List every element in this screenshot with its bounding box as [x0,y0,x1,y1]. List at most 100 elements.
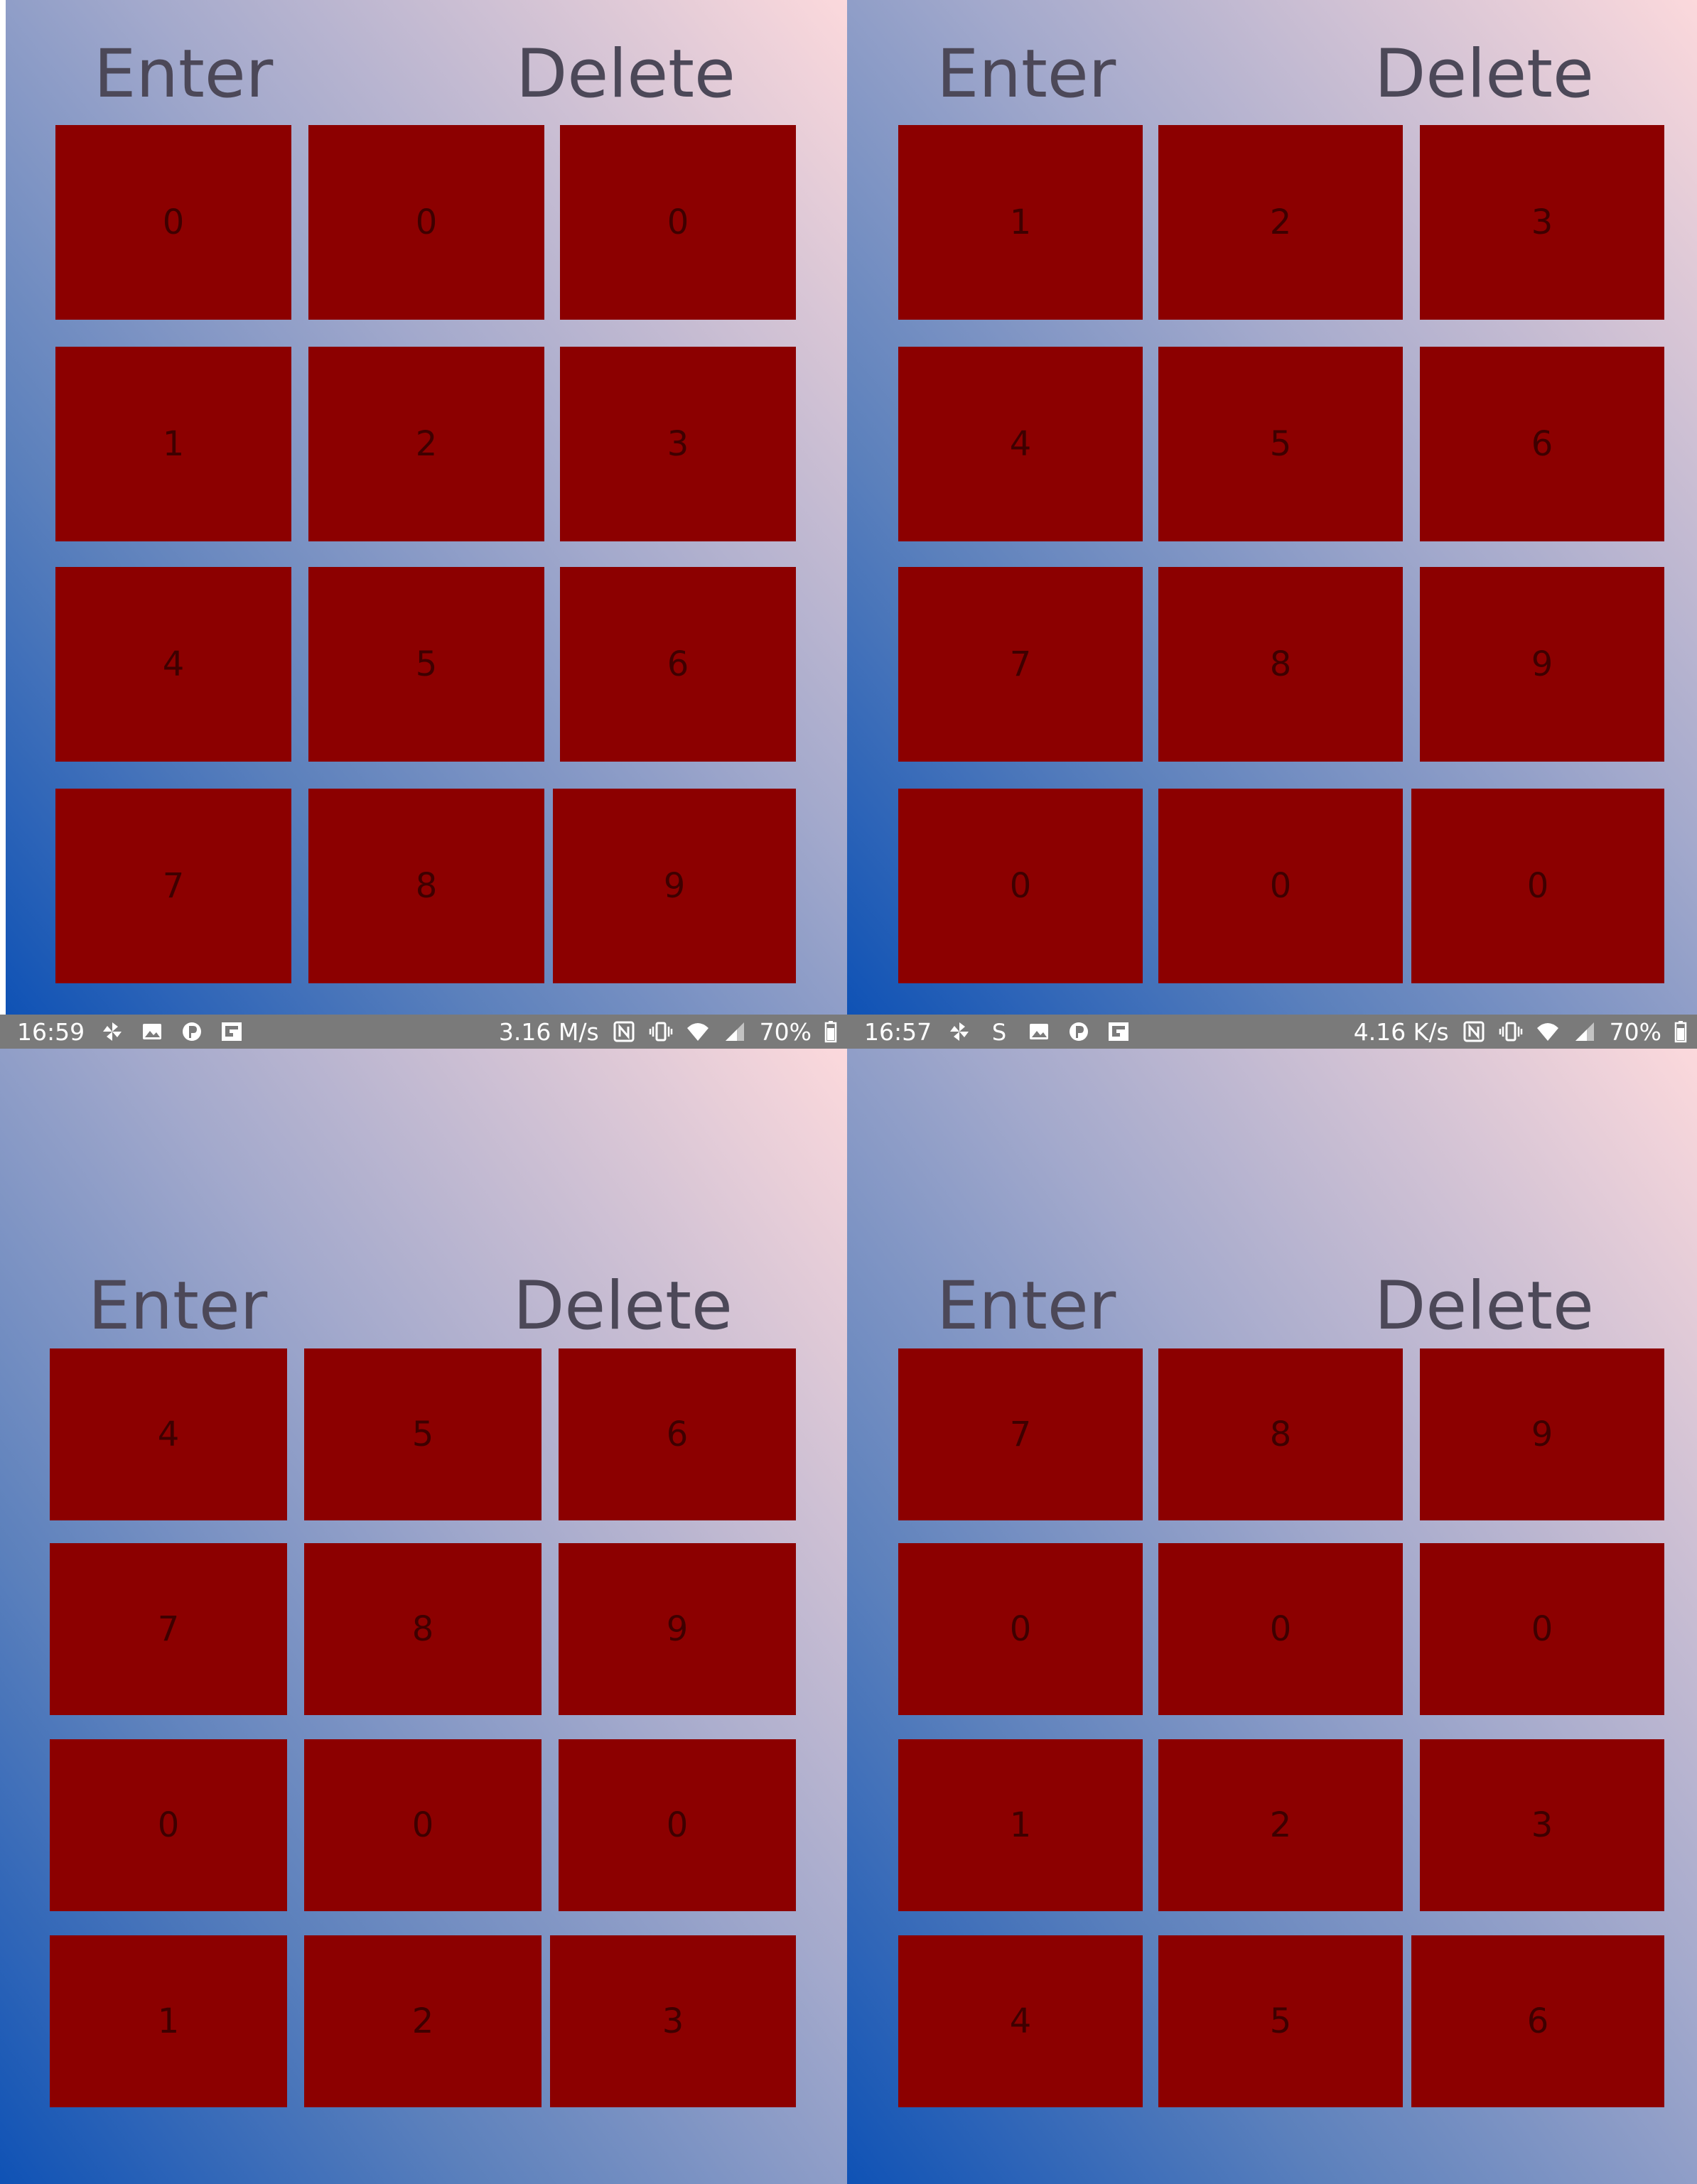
enter-button[interactable]: Enter [937,1273,1116,1340]
keypad-key[interactable]: 9 [1420,567,1664,762]
keypad-key[interactable]: 9 [1420,1348,1664,1520]
delete-button[interactable]: Delete [513,1273,733,1340]
keypad-key[interactable]: 6 [560,567,796,762]
keypad-key[interactable]: 5 [1158,347,1403,541]
signal-icon [723,1020,747,1044]
keypad-key-label: 7 [157,1609,180,1649]
keypad-key[interactable]: 0 [308,125,544,320]
keypad-key[interactable]: 0 [1420,1543,1664,1715]
flipboard-icon [1106,1020,1131,1044]
keypad-key[interactable]: 0 [560,125,796,320]
keypad-key-label: 0 [157,1805,180,1845]
keypad-key-label: 0 [1009,1609,1032,1649]
image-icon [140,1020,164,1044]
keypad-key-label: 0 [1269,1609,1292,1649]
keypad-key[interactable]: 1 [898,125,1143,320]
network-speed: 4.16 K/s [1353,1017,1449,1046]
signal-icon [1573,1020,1597,1044]
delete-button[interactable]: Delete [516,41,736,108]
keypad-key[interactable]: 7 [898,1348,1143,1520]
battery-icon [824,1020,837,1044]
keypad-key[interactable]: 0 [50,1739,287,1911]
keypad-key-label: 6 [666,1415,689,1454]
keypad-key[interactable]: 8 [1158,1348,1403,1520]
keypad-key[interactable]: 4 [898,347,1143,541]
keypad-key[interactable]: 7 [55,789,291,983]
keypad-key-label: 9 [666,1609,689,1649]
image-icon [1027,1020,1051,1044]
vibrate-icon [649,1020,673,1044]
keypad-key-label: 3 [662,2001,684,2041]
delete-button[interactable]: Delete [1374,1273,1594,1340]
keypad-key[interactable]: 2 [1158,1739,1403,1911]
keypad-key-label: 1 [1009,202,1032,242]
delete-button[interactable]: Delete [1374,41,1594,108]
battery-icon [1674,1020,1687,1044]
keypad-key[interactable]: 4 [55,567,291,762]
keypad-key[interactable]: 0 [1411,789,1664,983]
keypad-key[interactable]: 9 [553,789,796,983]
keypad-key[interactable]: 7 [898,567,1143,762]
keypad-key-label: 9 [1531,644,1553,684]
keypad-key[interactable]: 1 [898,1739,1143,1911]
status-time: 16:59 [17,1017,85,1046]
status-bar-right: 4.16 K/s 70% [1354,1015,1687,1049]
keypad-key-label: 3 [1531,1805,1553,1845]
keypad-key[interactable]: 9 [559,1543,796,1715]
keypad-key[interactable]: 5 [304,1348,542,1520]
keypad-key[interactable]: 0 [55,125,291,320]
keypad-key[interactable]: 8 [308,789,544,983]
keypad-key-label: 7 [162,866,185,906]
keypad-key[interactable]: 4 [50,1348,287,1520]
keypad-key-label: 0 [415,202,438,242]
keypad-key-label: 6 [1531,424,1553,464]
keypad-key-label: 0 [411,1805,434,1845]
keypad-key[interactable]: 6 [559,1348,796,1520]
keypad-key[interactable]: 0 [559,1739,796,1911]
keypad-key-label: 4 [1009,424,1032,464]
keypad-key[interactable]: 1 [55,347,291,541]
keypad-screen: Enter Delete 1 2 3 4 5 6 7 8 9 0 0 0 [847,0,1697,1015]
keypad-key[interactable]: 6 [1420,347,1664,541]
keypad-key[interactable]: 5 [1158,1935,1403,2107]
flipboard-icon [220,1020,244,1044]
pinwheel-icon [100,1020,124,1044]
keypad-key[interactable]: 0 [304,1739,542,1911]
status-bar-right: 3.16 M/s 70% [499,1015,837,1049]
keypad-key-label: 8 [1269,1415,1292,1454]
keypad-key[interactable]: 3 [1420,125,1664,320]
keypad-key[interactable]: 4 [898,1935,1143,2107]
enter-button[interactable]: Enter [94,41,273,108]
keypad-key[interactable]: 8 [304,1543,542,1715]
keypad-key-label: 5 [1269,424,1292,464]
keypad-key[interactable]: 6 [1411,1935,1664,2107]
keypad-key-label: 0 [666,1805,689,1845]
keypad-key[interactable]: 0 [898,789,1143,983]
keypad-key[interactable]: 2 [1158,125,1403,320]
keypad-key[interactable]: 0 [1158,1543,1403,1715]
keypad-key[interactable]: 0 [1158,789,1403,983]
keypad-key-label: 7 [1009,1415,1032,1454]
keypad-key[interactable]: 3 [1420,1739,1664,1911]
keypad-key-label: 3 [667,424,689,464]
keypad-key[interactable]: 3 [550,1935,796,2107]
keypad-key-label: 5 [1269,2001,1292,2041]
status-bar: 16:59 3.16 M/s 70% [0,1015,847,1049]
keypad-key[interactable]: 5 [308,567,544,762]
keypad-key-label: 8 [415,866,438,906]
keypad-key-label: 4 [162,644,185,684]
keypad-key-label: 0 [1531,1609,1553,1649]
svg-text:S: S [992,1020,1006,1044]
keypad-key[interactable]: 2 [304,1935,542,2107]
keypad-key[interactable]: 1 [50,1935,287,2107]
keypad-key[interactable]: 3 [560,347,796,541]
enter-button[interactable]: Enter [937,41,1116,108]
enter-button[interactable]: Enter [88,1273,267,1340]
keypad-key[interactable]: 0 [898,1543,1143,1715]
wifi-icon [1536,1020,1560,1044]
keypad-key[interactable]: 2 [308,347,544,541]
keypad-key[interactable]: 7 [50,1543,287,1715]
wifi-icon [686,1020,710,1044]
status-bar: 16:57 S 4.16 K/s 70% [847,1015,1697,1049]
keypad-key[interactable]: 8 [1158,567,1403,762]
